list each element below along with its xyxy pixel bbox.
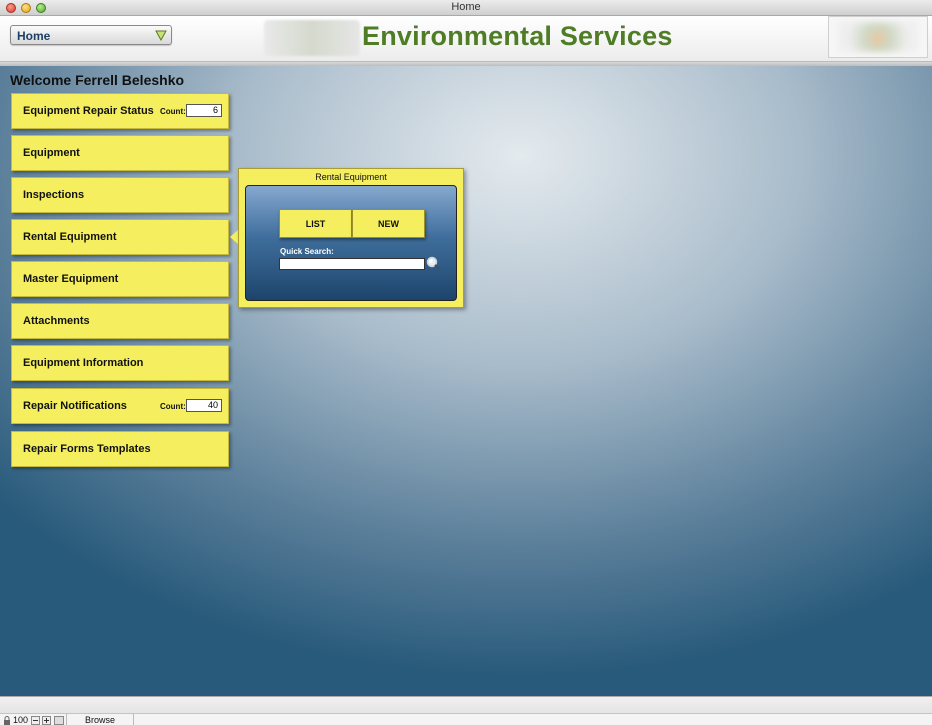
nav-button-label: Attachments: [23, 315, 90, 327]
nav-rental-equipment[interactable]: Rental Equipment: [11, 219, 229, 255]
window-title: Home: [451, 1, 481, 13]
header: Home Environmental Services: [0, 16, 932, 62]
nav-button-label: Inspections: [23, 189, 85, 201]
nav-button-label: Rental Equipment: [23, 231, 117, 243]
zoom-in-icon[interactable]: [42, 716, 51, 725]
nav-equipment-repair-status[interactable]: Equipment Repair Status Count: 6: [11, 93, 229, 129]
quick-search-input[interactable]: [279, 258, 425, 270]
chevron-down-icon: [155, 30, 167, 41]
home-nav-dropdown-value: Home: [17, 29, 51, 43]
repair-status-count: 6: [186, 104, 222, 117]
nav-button-label: Repair Forms Templates: [23, 443, 151, 455]
nav-equipment-information[interactable]: Equipment Information: [11, 345, 229, 381]
nav-attachments[interactable]: Attachments: [11, 303, 229, 339]
quick-search-label: Quick Search:: [280, 247, 334, 256]
lock-icon: [4, 716, 10, 725]
nav-button-label: Master Equipment: [23, 273, 119, 285]
new-button[interactable]: NEW: [352, 209, 425, 238]
nav-button-label: Equipment: [23, 147, 80, 159]
status-area-toggle[interactable]: [54, 716, 64, 725]
app-window: Home Home Environmental Services Welcome…: [0, 0, 932, 725]
welcome-message: Welcome Ferrell Beleshko: [10, 72, 185, 88]
nav-button-label: Equipment Information: [23, 357, 144, 369]
nav-inspections[interactable]: Inspections: [11, 177, 229, 213]
nav-button-label: Repair Notifications: [23, 400, 127, 412]
main-content: Welcome Ferrell Beleshko Equipment Repai…: [0, 66, 932, 696]
nav-repair-forms-templates[interactable]: Repair Forms Templates: [11, 431, 229, 467]
nav-equipment[interactable]: Equipment: [11, 135, 229, 171]
popover-title: Rental Equipment: [315, 172, 387, 182]
status-bar: 100 Browse: [0, 696, 932, 725]
count-label: Count:: [160, 107, 186, 116]
zoom-level[interactable]: 100: [13, 715, 28, 725]
zoom-out-icon[interactable]: [31, 716, 40, 725]
status-controls: 100 Browse: [0, 713, 932, 725]
repair-notifications-count: 40: [186, 399, 222, 412]
nav-button-label: Equipment Repair Status: [23, 105, 154, 117]
company-logo: [264, 20, 360, 56]
home-nav-dropdown[interactable]: Home: [10, 25, 172, 45]
mode-indicator[interactable]: Browse: [66, 714, 134, 725]
partner-logo: [828, 16, 928, 58]
magnifier-icon[interactable]: [426, 256, 440, 270]
nav-master-equipment[interactable]: Master Equipment: [11, 261, 229, 297]
rental-equipment-popover: Rental Equipment LIST NEW Quick Search:: [238, 168, 464, 308]
list-button[interactable]: LIST: [279, 209, 352, 238]
count-label: Count:: [160, 402, 186, 411]
title-bar: Home: [0, 0, 932, 16]
popover-panel: LIST NEW Quick Search:: [245, 185, 457, 301]
nav-repair-notifications[interactable]: Repair Notifications Count: 40: [11, 388, 229, 424]
partner-logo-image: [839, 22, 917, 52]
brand-title: Environmental Services: [362, 21, 673, 51]
